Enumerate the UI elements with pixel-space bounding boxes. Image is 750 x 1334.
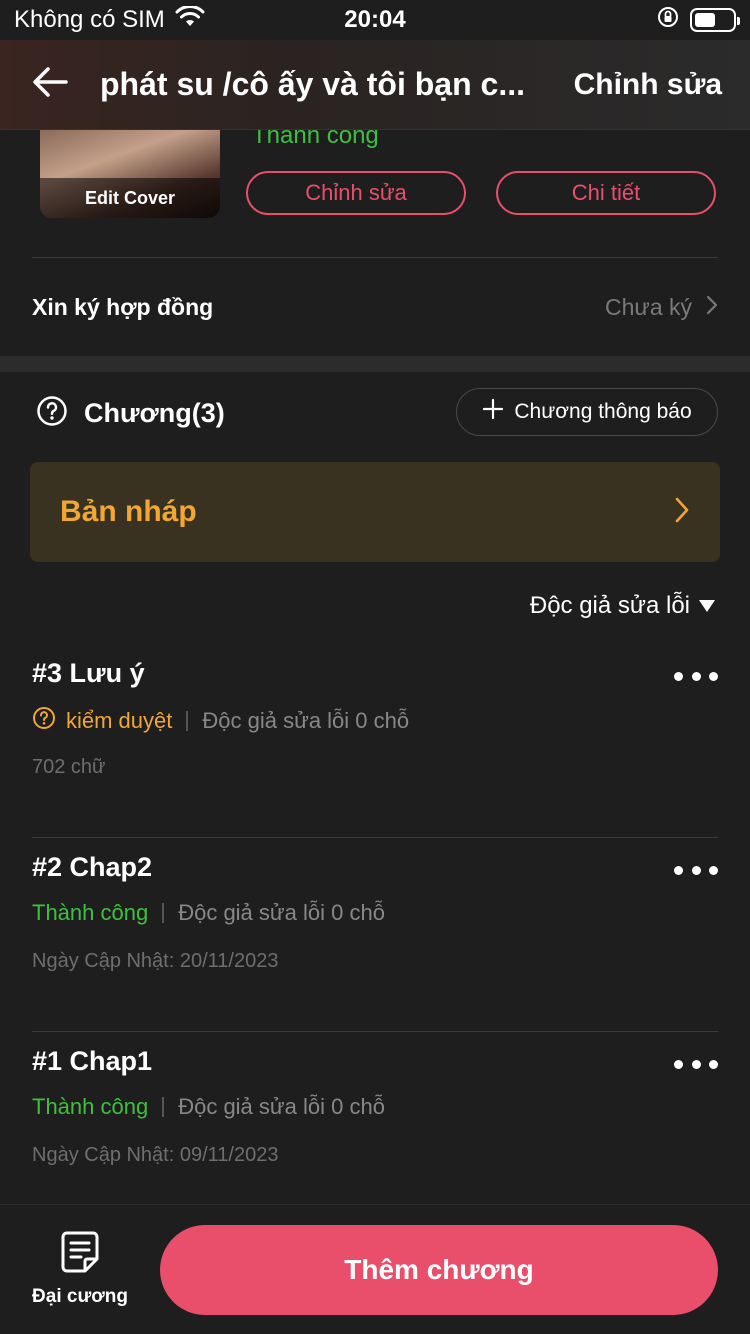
chapter-status-text: kiểm duyệt: [66, 708, 173, 733]
book-detail-button[interactable]: Chi tiết: [496, 171, 716, 215]
nav-edit-button[interactable]: Chỉnh sửa: [574, 68, 722, 102]
meta-separator: [186, 711, 189, 731]
bottom-bar: Đại cương Thêm chương: [0, 1204, 750, 1334]
chapter-title: #3 Lưu ý: [32, 658, 145, 688]
wifi-icon: [175, 4, 205, 35]
chapter-reader-fixes: Độc giả sửa lỗi 0 chỗ: [202, 708, 410, 733]
chapter-title: #1 Chap1: [32, 1046, 153, 1076]
status-right: [656, 5, 740, 36]
chapter-item[interactable]: #3 Lưu ý kiểm duyệt Độc giả sửa lỗi 0 ch…: [32, 644, 718, 838]
status-left: Không có SIM: [14, 4, 205, 35]
divider: [32, 257, 718, 258]
contract-row[interactable]: Xin ký hợp đồng Chưa ký: [32, 280, 718, 334]
chapter-status: Thành công: [32, 1094, 149, 1119]
book-cover[interactable]: Edit Cover: [40, 130, 220, 218]
question-circle-icon: [32, 706, 56, 736]
chapter-title: #2 Chap2: [32, 852, 153, 882]
book-edit-button[interactable]: Chỉnh sửa: [246, 171, 466, 215]
orientation-lock-icon: [656, 5, 680, 36]
chapter-status: Thành công: [32, 900, 149, 925]
page-title: phát su /cô ấy và tôi bạn c...: [100, 66, 525, 102]
notice-chapter-label: Chương thông báo: [514, 400, 692, 423]
chapter-item[interactable]: #1 Chap1 Thành công Độc giả sửa lỗi 0 ch…: [32, 1032, 718, 1226]
battery-icon: [690, 8, 740, 32]
chapter-meta: kiểm duyệt Độc giả sửa lỗi 0 chỗ: [32, 706, 409, 736]
contract-value: Chưa ký: [605, 293, 692, 320]
chapters-header: Chương(3): [36, 390, 225, 436]
outline-button[interactable]: Đại cương: [24, 1231, 136, 1315]
chapters-title: Chương(3): [84, 397, 225, 428]
chapter-meta: Thành công Độc giả sửa lỗi 0 chỗ: [32, 1094, 385, 1120]
chapter-footer: Ngày Cập Nhật: 20/11/2023: [32, 950, 279, 972]
filter-label: Độc giả sửa lỗi: [529, 592, 690, 619]
section-separator: [0, 356, 750, 372]
chevron-right-icon: [674, 496, 690, 529]
back-arrow-icon: [32, 66, 68, 103]
nav-bar: phát su /cô ấy và tôi bạn c... Chỉnh sửa: [0, 40, 750, 130]
more-dots-icon[interactable]: [674, 1052, 718, 1076]
plus-icon: [482, 398, 504, 426]
notice-chapter-button[interactable]: Chương thông báo: [456, 388, 718, 436]
meta-separator: [162, 1097, 165, 1117]
meta-separator: [162, 903, 165, 923]
reader-fix-filter[interactable]: Độc giả sửa lỗi: [530, 588, 716, 624]
document-icon: [61, 1231, 99, 1278]
caret-down-icon: [698, 592, 716, 620]
chapter-status: kiểm duyệt: [32, 706, 172, 736]
chevron-right-icon: [706, 294, 718, 321]
carrier-label: Không có SIM: [14, 6, 165, 33]
contract-value-wrap: Chưa ký: [605, 294, 718, 321]
chapter-reader-fixes: Độc giả sửa lỗi 0 chỗ: [178, 1094, 385, 1119]
status-bar: Không có SIM 20:04: [0, 0, 750, 40]
add-chapter-button[interactable]: Thêm chương: [160, 1225, 718, 1315]
chapter-footer: 702 chữ: [32, 756, 106, 778]
chapter-item[interactable]: #2 Chap2 Thành công Độc giả sửa lỗi 0 ch…: [32, 838, 718, 1032]
back-button[interactable]: [0, 40, 100, 130]
draft-box[interactable]: Bản nháp: [30, 462, 720, 562]
chapter-footer: Ngày Cập Nhật: 09/11/2023: [32, 1144, 279, 1166]
edit-cover-label[interactable]: Edit Cover: [40, 178, 220, 218]
more-dots-icon[interactable]: [674, 664, 718, 688]
chapter-meta: Thành công Độc giả sửa lỗi 0 chỗ: [32, 900, 385, 926]
more-dots-icon[interactable]: [674, 858, 718, 882]
question-circle-icon[interactable]: [36, 395, 68, 432]
draft-label: Bản nháp: [60, 495, 197, 528]
chapter-reader-fixes: Độc giả sửa lỗi 0 chỗ: [178, 900, 385, 925]
contract-label: Xin ký hợp đồng: [32, 293, 214, 320]
outline-label: Đại cương: [32, 1286, 128, 1307]
